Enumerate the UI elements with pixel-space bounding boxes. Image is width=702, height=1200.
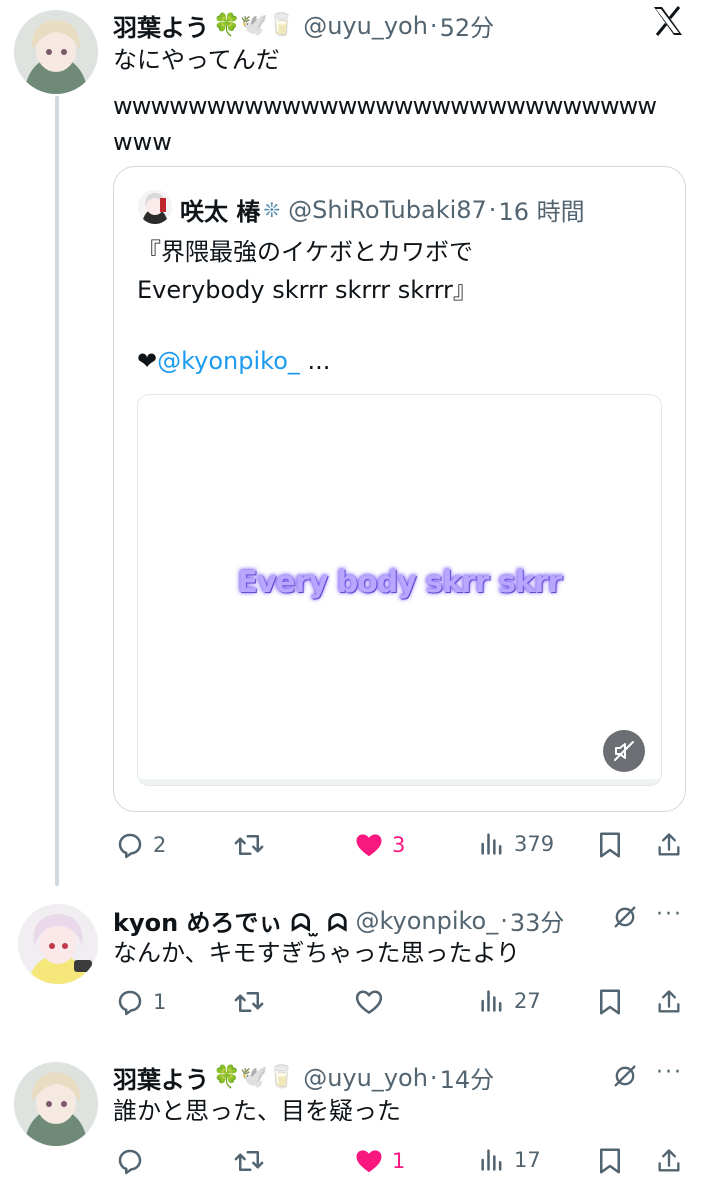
bookmark-button[interactable] <box>597 987 623 1017</box>
display-name[interactable]: 羽葉よう <box>113 1060 209 1095</box>
repost-button[interactable] <box>232 830 266 860</box>
views-chart-icon <box>481 833 502 855</box>
video-caption: Every body skrr skrr <box>237 565 563 600</box>
repost-icon <box>234 835 264 855</box>
more-options-icon[interactable]: ··· <box>656 1060 683 1085</box>
share-icon <box>658 990 680 1013</box>
heart-filled-icon <box>356 834 382 857</box>
quote-display-name[interactable]: 咲太 椿 <box>180 192 260 227</box>
display-name[interactable]: kyon めろでぃ ᗣ ̫ ᗣ <box>113 903 347 938</box>
reply-count: 2 <box>153 833 167 857</box>
tweet-text-line: なにやってんだ <box>113 46 280 74</box>
heart-emoji: ❤ <box>137 347 158 375</box>
quote-text: 『界隈最強のイケボとカワボで Everybody skrrr skrrr skr… <box>137 234 667 379</box>
user-handle[interactable]: @uyu_yoh <box>303 1064 428 1092</box>
quote-avatar[interactable] <box>138 190 172 224</box>
views-chart-icon <box>481 990 502 1012</box>
name-emojis: 🍀🕊️🥛 <box>213 13 296 38</box>
quote-mention-line: ❤@kyonpiko_ ... <box>137 343 667 379</box>
bookmark-button[interactable] <box>597 1146 623 1176</box>
quote-header: 咲太 椿 ❊ @ShiRoTubaki87 · 16 時間 <box>180 192 585 227</box>
bookmark-icon <box>600 1148 620 1174</box>
reply-icon <box>118 1149 142 1175</box>
quote-name-emoji: ❊ <box>263 197 281 222</box>
like-button[interactable]: 3 <box>354 830 405 860</box>
mention-link[interactable]: @kyonpiko_ <box>157 347 300 375</box>
repost-icon <box>234 1151 264 1171</box>
separator-dot: · <box>500 906 508 935</box>
share-icon <box>658 833 680 856</box>
reply-icon <box>118 833 142 859</box>
tweet-text-line: www <box>113 128 172 156</box>
reply-count: 1 <box>153 990 167 1014</box>
video-progress-track[interactable] <box>138 779 661 785</box>
tweet-header: 羽葉よう 🍀🕊️🥛 @uyu_yoh · 52分 <box>113 8 494 43</box>
view-count: 27 <box>514 989 541 1013</box>
heart-outline-icon <box>355 990 383 1014</box>
like-button[interactable] <box>354 987 384 1017</box>
truncation-ellipsis: ... <box>307 347 331 375</box>
separator-dot: · <box>488 195 497 224</box>
tweet-text-line: wwwwwwwwwwwwwwwwwwwwwwwwwwwww <box>113 92 657 120</box>
quote-text-line: 『界隈最強のイケボとカワボで <box>137 238 473 266</box>
avatar[interactable] <box>14 1062 98 1146</box>
repost-button[interactable] <box>232 1146 266 1176</box>
separator-dot: · <box>429 11 438 40</box>
avatar[interactable] <box>14 10 98 94</box>
quote-user-handle[interactable]: @ShiRoTubaki87 <box>288 196 487 224</box>
thread-line <box>55 96 59 886</box>
video-player[interactable]: Every body skrr skrr <box>137 394 662 786</box>
tweet-text: 誰かと思った、目を疑った <box>113 1097 401 1125</box>
reply-button[interactable] <box>115 1146 145 1176</box>
grok-icon[interactable] <box>611 1062 639 1094</box>
views-button[interactable]: 17 <box>478 1146 541 1174</box>
repost-icon <box>234 992 264 1012</box>
repost-button[interactable] <box>232 987 266 1017</box>
view-count: 379 <box>514 832 555 856</box>
reply-icon <box>118 990 142 1016</box>
bookmark-button[interactable] <box>597 830 623 860</box>
views-chart-icon <box>481 1149 502 1171</box>
bookmark-icon <box>600 989 620 1015</box>
user-handle[interactable]: @uyu_yoh <box>303 12 428 40</box>
quote-text-line: Everybody skrrr skrrr skrrr』 <box>137 276 477 304</box>
tweet-header: kyon めろでぃ ᗣ ̫ ᗣ @kyonpiko_ · 33分 <box>113 903 564 938</box>
like-button[interactable]: 1 <box>354 1146 405 1176</box>
bookmark-icon <box>600 832 620 858</box>
separator-dot: · <box>429 1063 438 1092</box>
display-name[interactable]: 羽葉よう <box>113 8 209 43</box>
reply-button[interactable]: 2 <box>115 830 166 860</box>
share-icon <box>658 1149 680 1172</box>
name-emojis: 🍀🕊️🥛 <box>213 1065 296 1090</box>
share-button[interactable] <box>655 987 683 1017</box>
like-count: 3 <box>392 833 406 857</box>
share-button[interactable] <box>655 830 683 860</box>
like-count: 1 <box>392 1149 406 1173</box>
views-button[interactable]: 379 <box>478 830 554 858</box>
more-options-icon[interactable]: ··· <box>656 902 683 927</box>
tweet-header: 羽葉よう 🍀🕊️🥛 @uyu_yoh · 14分 <box>113 1060 494 1095</box>
quote-timestamp[interactable]: 16 時間 <box>498 192 584 227</box>
speaker-muted-icon <box>614 741 634 761</box>
mute-button[interactable] <box>603 730 645 772</box>
timestamp[interactable]: 33分 <box>510 903 565 938</box>
tweet-text: なにやってんだ wwwwwwwwwwwwwwwwwwwwwwwwwwwww ww… <box>113 42 688 160</box>
x-logo-icon <box>652 6 684 40</box>
view-count: 17 <box>514 1148 541 1172</box>
avatar[interactable] <box>18 904 98 984</box>
share-button[interactable] <box>655 1146 683 1176</box>
grok-icon[interactable] <box>611 903 639 935</box>
tweet-text: なんか、キモすぎちゃった思ったより <box>113 939 521 967</box>
views-button[interactable]: 27 <box>478 987 541 1015</box>
user-handle[interactable]: @kyonpiko_ <box>355 907 498 935</box>
reply-button[interactable]: 1 <box>115 987 166 1017</box>
timestamp[interactable]: 14分 <box>440 1060 495 1095</box>
heart-filled-icon <box>356 1150 382 1173</box>
timestamp[interactable]: 52分 <box>440 8 495 43</box>
